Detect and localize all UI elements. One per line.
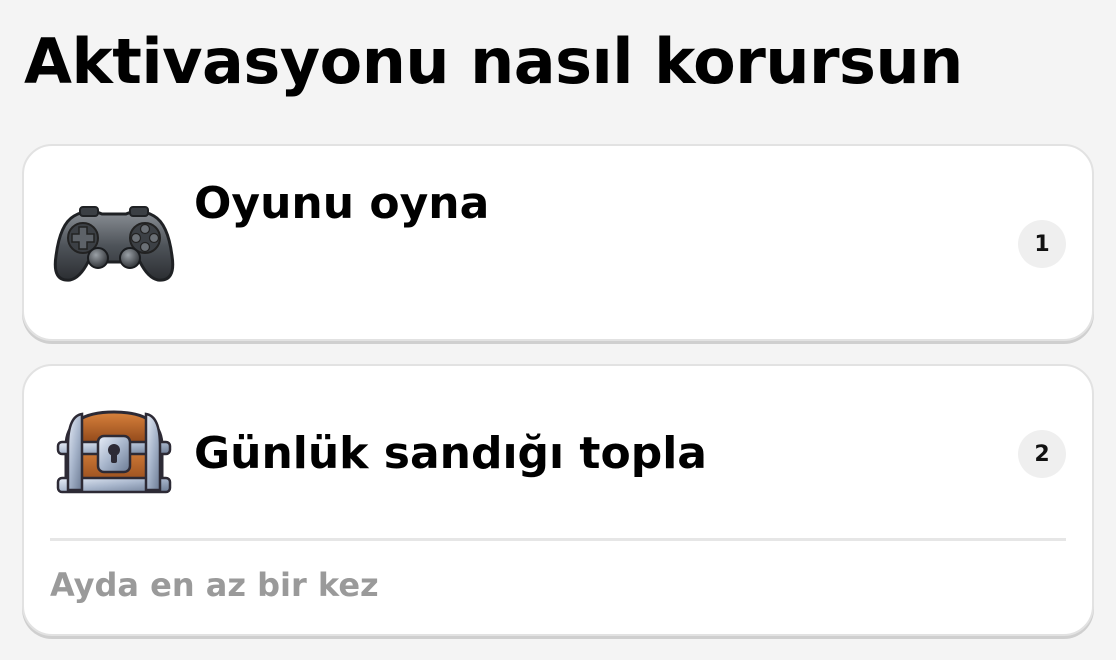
step-frequency-note: Ayda en az bir kez (50, 566, 379, 604)
step-card-daily-chest[interactable]: Günlük sandığı topla 2 Ayda en az bir ke… (22, 364, 1094, 636)
step-card-play-game[interactable]: Oyunu oyna 1 (22, 144, 1094, 341)
step-title: Oyunu oyna (194, 178, 490, 229)
page-title: Aktivasyonu nasıl korursun (24, 25, 963, 98)
step-number-badge: 2 (1018, 430, 1066, 478)
step-number-badge: 1 (1018, 220, 1066, 268)
treasure-chest-icon (52, 406, 176, 496)
card-divider (50, 538, 1066, 541)
activation-page: Aktivasyonu nasıl korursun Oyunu oyna 1 … (0, 0, 1116, 660)
step-title: Günlük sandığı topla (194, 428, 707, 479)
gamepad-icon (52, 198, 176, 288)
